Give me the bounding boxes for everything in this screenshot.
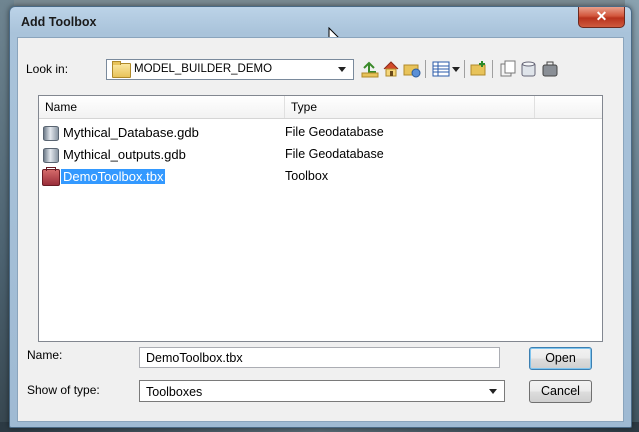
list-item-name: DemoToolbox.tbx bbox=[61, 169, 166, 184]
copy-icon[interactable] bbox=[499, 60, 517, 78]
dialog-title: Add Toolbox bbox=[21, 15, 97, 29]
list-item-type: File Geodatabase bbox=[285, 147, 384, 161]
list-header: Name Type bbox=[39, 96, 602, 119]
toolbar-separator bbox=[464, 60, 465, 78]
column-header-empty bbox=[535, 96, 602, 118]
toolbar-separator bbox=[425, 60, 426, 78]
list-item-name: Mythical_outputs.gdb bbox=[63, 147, 186, 162]
view-details-icon[interactable] bbox=[432, 60, 450, 78]
file-list[interactable]: Name Type Mythical_Database.gdb File Geo… bbox=[38, 95, 603, 342]
column-header-name[interactable]: Name bbox=[39, 96, 285, 118]
close-button[interactable]: ✕ bbox=[578, 7, 625, 28]
type-dropdown[interactable]: Toolboxes bbox=[139, 380, 505, 402]
list-item-name: Mythical_Database.gdb bbox=[63, 125, 199, 140]
dialog-body: Look in: MODEL_BUILDER_DEMO Name Type My… bbox=[17, 37, 624, 422]
open-button[interactable]: Open bbox=[529, 347, 592, 370]
connect-folder-icon[interactable] bbox=[403, 60, 421, 78]
list-item-type: Toolbox bbox=[285, 169, 329, 183]
look-in-dropdown[interactable]: MODEL_BUILDER_DEMO bbox=[106, 59, 354, 80]
new-database-icon[interactable] bbox=[520, 60, 538, 78]
type-dropdown-value: Toolboxes bbox=[146, 385, 203, 399]
close-icon: ✕ bbox=[595, 8, 608, 24]
name-label: Name: bbox=[27, 348, 63, 362]
list-item-selected[interactable]: DemoToolbox.tbx Toolbox bbox=[41, 167, 581, 187]
look-in-value: MODEL_BUILDER_DEMO bbox=[134, 63, 273, 75]
look-in-label: Look in: bbox=[26, 62, 69, 76]
show-of-type-label: Show of type: bbox=[27, 383, 100, 397]
list-item[interactable]: Mythical_Database.gdb File Geodatabase bbox=[41, 123, 581, 143]
new-folder-icon[interactable] bbox=[470, 60, 488, 78]
new-toolbox-icon[interactable] bbox=[541, 60, 559, 78]
up-one-level-icon[interactable] bbox=[361, 60, 379, 78]
list-item[interactable]: Mythical_outputs.gdb File Geodatabase bbox=[41, 145, 581, 165]
folder-icon bbox=[112, 61, 131, 78]
list-item-type: File Geodatabase bbox=[285, 125, 384, 139]
name-input[interactable] bbox=[139, 347, 500, 368]
geodatabase-icon bbox=[43, 126, 59, 141]
geodatabase-icon bbox=[43, 148, 59, 163]
column-header-type[interactable]: Type bbox=[285, 96, 535, 118]
toolbox-icon bbox=[42, 167, 60, 186]
chevron-down-icon bbox=[489, 389, 497, 394]
add-toolbox-dialog: Add Toolbox ✕ Look in: MODEL_BUILDER_DEM… bbox=[9, 6, 632, 428]
toolbar-separator bbox=[492, 60, 493, 78]
chevron-down-icon bbox=[338, 67, 346, 72]
cancel-button[interactable]: Cancel bbox=[529, 380, 592, 403]
title-bar[interactable]: Add Toolbox ✕ bbox=[10, 7, 631, 37]
home-icon[interactable] bbox=[382, 60, 400, 78]
view-menu-chevron-icon[interactable] bbox=[452, 67, 460, 72]
